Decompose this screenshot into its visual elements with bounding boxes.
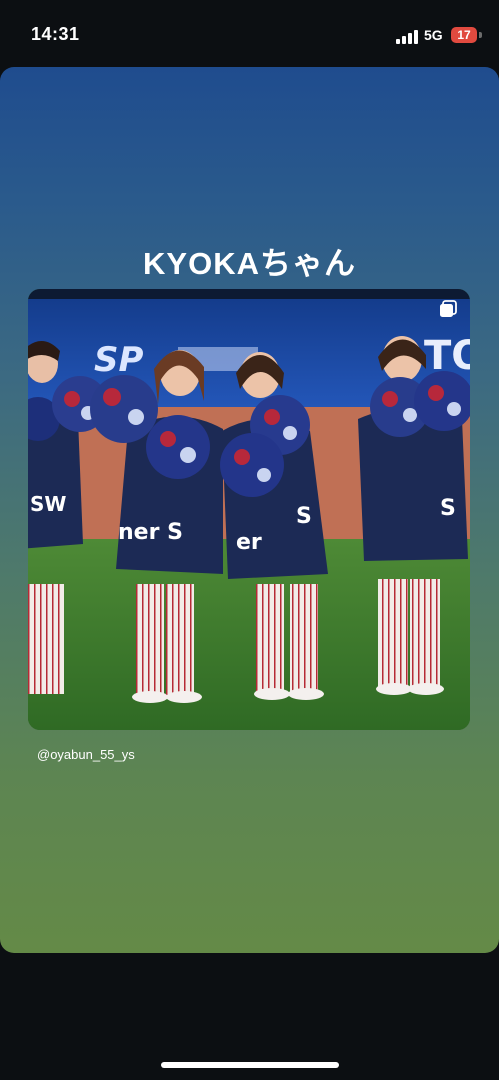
svg-text:ner S: ner S <box>118 520 183 545</box>
carousel-stack-icon <box>440 300 457 317</box>
stands <box>28 289 470 299</box>
story-title: KYOKAちゃん <box>143 246 356 281</box>
story-card[interactable]: KYOKAちゃん SP TO SW ner S er S S @oyabun_5… <box>0 67 499 953</box>
sign-fragment-left: SP <box>94 340 143 380</box>
svg-text:SW: SW <box>30 492 66 516</box>
battery-icon: 17 <box>451 27 477 43</box>
svg-text:S: S <box>440 496 456 521</box>
svg-text:S: S <box>296 504 312 529</box>
cellular-signal-icon <box>396 29 418 44</box>
status-bar: 14:31 5G 17 <box>0 0 499 66</box>
post-username[interactable]: @oyabun_55_ys <box>37 747 135 762</box>
battery-cap <box>479 32 482 38</box>
status-time: 14:31 <box>31 24 80 44</box>
home-indicator[interactable] <box>161 1062 339 1068</box>
embedded-post-photo[interactable]: SP TO SW ner S er S S <box>28 289 470 730</box>
network-type: 5G <box>424 27 443 43</box>
svg-text:er: er <box>236 530 262 555</box>
photo-scene: SP TO SW ner S er S S <box>28 289 470 730</box>
